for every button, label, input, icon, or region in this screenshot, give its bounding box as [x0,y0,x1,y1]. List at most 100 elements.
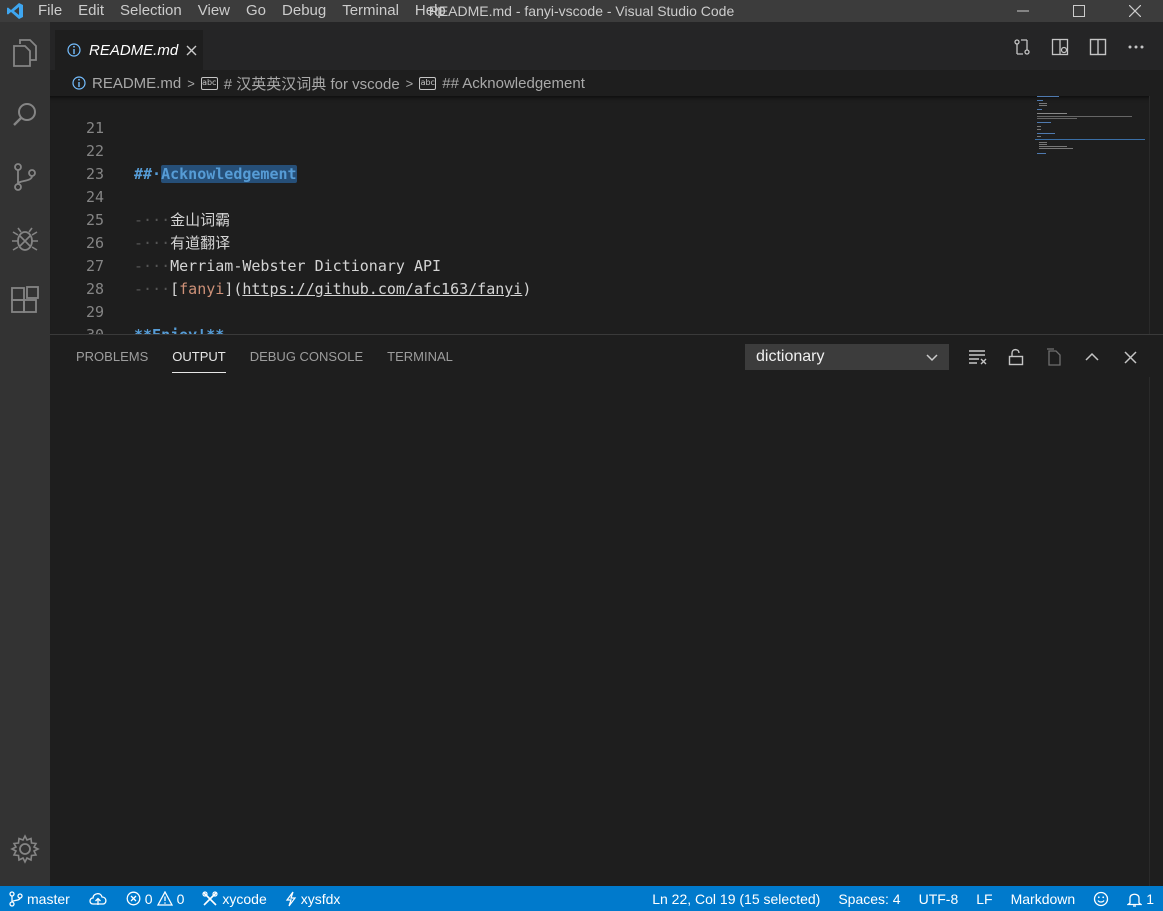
breadcrumb-file[interactable]: README.md [72,75,181,92]
code-line: 25 -···有道翻译 [50,186,1040,252]
tab-bar: README.md [50,22,1163,70]
eol-setting[interactable]: LF [967,886,1001,911]
window-controls [995,0,1163,22]
maximize-panel-button[interactable] [1081,346,1103,368]
tab-terminal[interactable]: TERMINAL [387,349,453,373]
status-bar-right: Ln 22, Col 19 (15 selected) Spaces: 4 UT… [643,886,1163,911]
code-editor[interactable]: 21 22 ##·Acknowledgement 23 24 -···金山词霸 … [50,96,1163,334]
source-control-icon [14,163,36,191]
bold-text: **Enjoy!** [134,326,224,334]
breadcrumb-section-2[interactable]: abc ## Acknowledgement [419,75,585,92]
extensions-button[interactable] [0,270,50,332]
breadcrumb: README.md > abc # 汉英英汉词典 for vscode > ab… [50,70,1163,96]
maximize-button[interactable] [1051,0,1107,22]
warning-count: 0 [176,890,185,907]
explorer-button[interactable] [0,22,50,84]
output-scrollbar[interactable] [1149,377,1163,887]
error-count: 0 [144,890,153,907]
chevron-down-icon [926,354,938,362]
warning-icon [156,891,173,906]
open-log-button[interactable] [1043,346,1065,368]
menu-go[interactable]: Go [238,0,274,22]
chevron-right-icon: > [405,75,414,91]
breadcrumb-section-1[interactable]: abc # 汉英英汉词典 for vscode [200,73,400,94]
encoding-setting[interactable]: UTF-8 [910,886,968,911]
open-changes-button[interactable] [1011,36,1033,58]
tab-debug-console[interactable]: DEBUG CONSOLE [250,349,363,373]
source-control-button[interactable] [0,146,50,208]
vscode-logo-icon [0,0,30,22]
tab-readme[interactable]: README.md [55,30,203,70]
search-icon [13,103,36,126]
clear-output-button[interactable] [967,346,989,368]
more-actions-button[interactable] [1125,36,1147,58]
menu-selection[interactable]: Selection [112,0,190,22]
editor-actions [1011,36,1147,58]
panel-actions [967,346,1141,368]
scroll-lock-button[interactable] [1005,346,1027,368]
notifications-button[interactable]: 1 [1118,886,1163,911]
info-icon [72,76,86,90]
minimap[interactable] [1035,96,1145,158]
bottom-panel: PROBLEMS OUTPUT DEBUG CONSOLE TERMINAL d… [50,334,1163,887]
breadcrumb-section-2-label: ## Acknowledgement [442,74,585,92]
menu-debug[interactable]: Debug [274,0,334,22]
close-window-button[interactable] [1107,0,1163,22]
branch-name: master [27,890,70,907]
status-bar: master 0 0 xycode xysfdx Ln 22, Col 19 (… [0,886,1163,911]
code-line: 27 -···[fanyi](https://github.com/afc163… [50,232,1040,298]
debug-icon [12,227,38,251]
breadcrumb-section-1-label: # 汉英英汉词典 for vscode [223,75,400,93]
title-bar: File Edit Selection View Go Debug Termin… [0,0,1163,22]
activity-bar [0,22,50,886]
menu-terminal[interactable]: Terminal [334,0,407,22]
tab-output[interactable]: OUTPUT [172,349,226,373]
bell-icon [1127,893,1143,907]
chevron-up-icon [1085,352,1099,361]
open-log-icon [1047,348,1061,366]
extension-status-xycode[interactable]: xycode [193,886,275,911]
feedback-button[interactable] [1084,886,1118,911]
split-editor-button[interactable] [1087,36,1109,58]
cloud-upload-icon [89,892,107,905]
extension-status-xysfdx[interactable]: xysfdx [276,886,350,911]
indentation-setting[interactable]: Spaces: 4 [829,886,909,911]
search-button[interactable] [0,84,50,146]
close-icon [186,45,197,55]
notification-count: 1 [1146,890,1154,907]
tab-close-button[interactable] [186,45,197,56]
cursor-position[interactable]: Ln 22, Col 19 (15 selected) [643,886,829,911]
output-channel-select[interactable]: dictionary [745,344,949,370]
editor-scrollbar[interactable] [1149,96,1163,334]
string-symbol-icon: abc [200,76,218,90]
open-preview-button[interactable] [1049,36,1071,58]
extension-label-xycode: xycode [222,890,267,907]
menu-edit[interactable]: Edit [70,0,112,22]
debug-button[interactable] [0,208,50,270]
preview-icon [1051,38,1069,56]
minimize-button[interactable] [995,0,1051,22]
code-line: 23 [50,140,1040,183]
menu-view[interactable]: View [190,0,238,22]
tab-problems[interactable]: PROBLEMS [76,349,148,373]
line-number: 30 [50,324,104,334]
menu-file[interactable]: File [30,0,70,22]
language-mode[interactable]: Markdown [1002,886,1085,911]
smiley-icon [1094,891,1109,906]
split-editor-icon [1089,38,1107,56]
manage-button[interactable] [0,824,50,874]
unlock-icon [1008,348,1024,366]
branch-indicator[interactable]: master [0,886,79,911]
close-panel-button[interactable] [1119,346,1141,368]
files-icon [13,39,37,67]
tools-icon [202,890,218,906]
menu-bar: File Edit Selection View Go Debug Termin… [30,0,454,22]
problems-indicator[interactable]: 0 0 [117,886,194,911]
clear-output-icon [969,350,987,365]
string-symbol-icon: abc [419,76,437,90]
sync-button[interactable] [79,886,117,911]
menu-help[interactable]: Help [407,0,454,22]
close-icon [1129,5,1141,17]
tab-label: README.md [89,41,179,59]
code-line: 21 [50,96,1040,137]
